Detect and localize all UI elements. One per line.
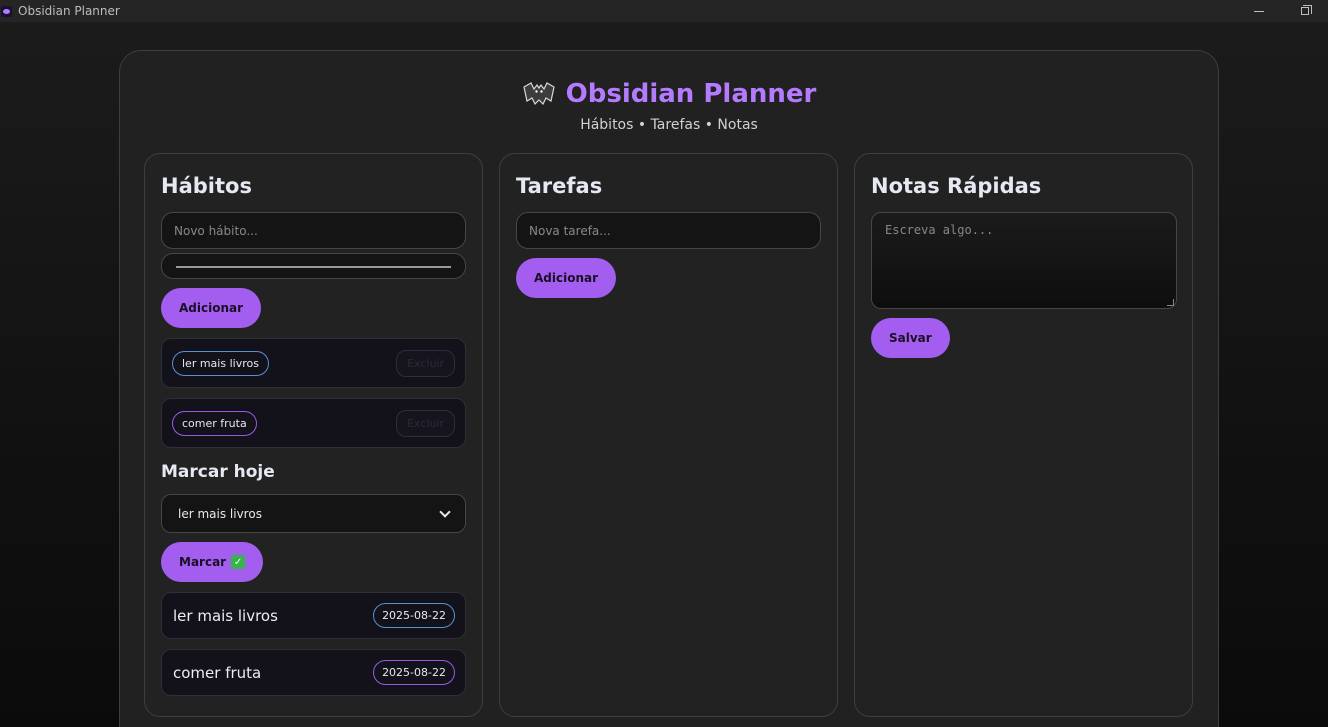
new-task-input[interactable]: Nova tarefa... <box>516 212 821 249</box>
tasks-heading: Tarefas <box>516 174 603 198</box>
delete-habit-button[interactable]: Excluir <box>396 409 455 437</box>
notes-textarea[interactable]: Escreva algo... <box>871 212 1177 309</box>
delete-habit-button[interactable]: Excluir <box>396 349 455 377</box>
habit-log-name: comer fruta <box>173 663 262 682</box>
habit-range-slider[interactable] <box>161 253 466 279</box>
habit-log-date: 2025-08-22 <box>373 660 455 685</box>
page-header: Obsidian Planner Hábitos • Tarefas • Not… <box>120 51 1218 133</box>
new-task-placeholder: Nova tarefa... <box>529 223 611 238</box>
new-habit-placeholder: Novo hábito... <box>174 223 258 238</box>
mark-today-heading: Marcar hoje <box>161 462 275 482</box>
brand: Obsidian Planner <box>120 79 1218 109</box>
window-controls <box>1236 0 1328 22</box>
habit-log-row: ler mais livros 2025-08-22 <box>161 592 466 639</box>
habit-item: ler mais livros Excluir <box>161 338 466 388</box>
habit-select-value: ler mais livros <box>178 506 262 521</box>
minimize-icon <box>1254 10 1264 12</box>
app-icon <box>1 5 12 17</box>
page-subtitle: Hábitos • Tarefas • Notas <box>580 117 758 133</box>
habit-log-row: comer fruta 2025-08-22 <box>161 649 466 696</box>
bat-icon <box>522 82 555 106</box>
habit-log-date: 2025-08-22 <box>373 603 455 628</box>
new-habit-input[interactable]: Novo hábito... <box>161 212 466 249</box>
page-title: Obsidian Planner <box>565 79 817 109</box>
habits-panel: Hábitos Novo hábito... Adicionar ler mai… <box>144 153 483 717</box>
resize-handle-icon[interactable] <box>1167 299 1174 306</box>
tasks-panel: Tarefas Nova tarefa... Adicionar <box>499 153 838 717</box>
mark-button-label: Marcar <box>179 555 227 569</box>
habit-chip: ler mais livros <box>172 350 269 376</box>
chevron-down-icon <box>439 505 451 518</box>
habit-chip: comer fruta <box>172 410 257 436</box>
minimize-button[interactable] <box>1236 0 1282 22</box>
maximize-button[interactable] <box>1282 0 1328 22</box>
notes-heading: Notas Rápidas <box>871 174 1042 198</box>
notes-placeholder: Escreva algo... <box>885 223 994 237</box>
add-habit-button[interactable]: Adicionar <box>161 288 262 328</box>
notes-panel: Notas Rápidas Escreva algo... Salvar <box>854 153 1193 717</box>
habit-log-name: ler mais livros <box>173 606 278 625</box>
habits-heading: Hábitos <box>161 174 252 198</box>
window-title: Obsidian Planner <box>18 4 120 18</box>
planner-container: Obsidian Planner Hábitos • Tarefas • Not… <box>119 50 1219 727</box>
add-task-button[interactable]: Adicionar <box>516 258 617 298</box>
check-icon: ✓ <box>231 555 246 569</box>
habit-item: comer fruta Excluir <box>161 398 466 448</box>
save-note-button[interactable]: Salvar <box>871 318 950 358</box>
restore-icon <box>1301 5 1312 15</box>
window-titlebar: Obsidian Planner <box>0 0 1328 22</box>
habit-select[interactable]: ler mais livros <box>161 494 466 533</box>
mark-button[interactable]: Marcar ✓ <box>161 542 264 582</box>
